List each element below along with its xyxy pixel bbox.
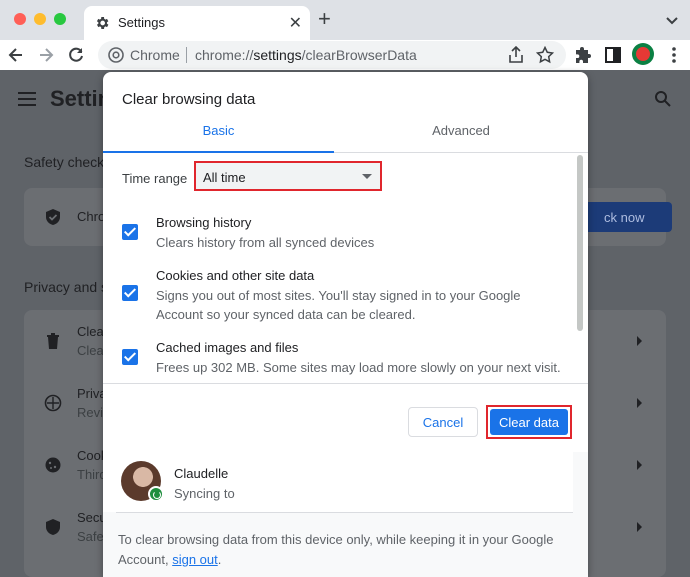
account-row: Claudelle Syncing to bbox=[103, 452, 573, 512]
sync-icon bbox=[148, 486, 164, 502]
option-cookies: Cookies and other site data Signs you ou… bbox=[103, 266, 573, 326]
address-bar[interactable]: Chrome chrome://settings/clearBrowserDat… bbox=[98, 41, 566, 69]
cookies-checkbox[interactable] bbox=[122, 285, 138, 301]
omnibox-separator bbox=[186, 47, 187, 63]
option-title: Cookies and other site data bbox=[156, 268, 315, 283]
browsing-history-checkbox[interactable] bbox=[122, 224, 138, 240]
option-cached-images: Cached images and files Frees up 302 MB.… bbox=[103, 338, 573, 378]
chevron-right-icon bbox=[637, 460, 642, 470]
tab-title: Settings bbox=[118, 15, 165, 30]
option-description: Frees up 302 MB. Some sites may load mor… bbox=[156, 360, 561, 375]
list-item-subtitle: Safe bbox=[77, 529, 104, 544]
tab-strip: Settings ✕ + bbox=[0, 0, 690, 40]
minimize-window-button[interactable] bbox=[34, 13, 46, 25]
omnibox-url: chrome://settings/clearBrowserData bbox=[195, 47, 417, 63]
tab-advanced[interactable]: Advanced bbox=[334, 116, 588, 152]
search-icon[interactable] bbox=[654, 90, 672, 108]
gear-icon bbox=[96, 17, 109, 29]
account-name: Claudelle bbox=[174, 466, 229, 481]
time-range-select[interactable]: All time bbox=[194, 161, 382, 191]
sign-out-link[interactable]: sign out bbox=[172, 552, 218, 567]
dialog-tabs: Basic Advanced bbox=[103, 116, 588, 153]
more-menu-icon[interactable] bbox=[664, 45, 684, 65]
account-section: Claudelle Syncing to To clear browsing d… bbox=[103, 452, 588, 577]
tab-basic[interactable]: Basic bbox=[103, 116, 334, 153]
privacy-heading: Privacy and s bbox=[24, 279, 109, 295]
chevron-right-icon bbox=[637, 398, 642, 408]
clear-data-highlight: Clear data bbox=[486, 405, 572, 439]
shield-check-icon bbox=[46, 209, 60, 225]
time-range-value: All time bbox=[203, 170, 246, 185]
chrome-icon bbox=[108, 47, 124, 63]
cached-images-checkbox[interactable] bbox=[122, 349, 138, 365]
new-tab-icon[interactable]: + bbox=[318, 8, 331, 30]
toolbar: Chrome chrome://settings/clearBrowserDat… bbox=[0, 40, 690, 70]
option-browsing-history: Browsing history Clears history from all… bbox=[103, 213, 573, 253]
chevron-right-icon bbox=[637, 336, 642, 346]
safety-check-heading: Safety check bbox=[24, 154, 105, 170]
clear-browsing-data-dialog: Clear browsing data Basic Advanced Time … bbox=[103, 72, 588, 577]
dialog-title: Clear browsing data bbox=[122, 91, 256, 108]
reload-icon[interactable] bbox=[66, 45, 86, 65]
dropdown-arrow-icon bbox=[362, 174, 372, 179]
option-title: Cached images and files bbox=[156, 340, 299, 355]
trash-icon bbox=[47, 333, 59, 349]
scrollbar-thumb[interactable] bbox=[577, 155, 583, 331]
shield-icon bbox=[46, 519, 60, 535]
tab-settings[interactable]: Settings ✕ bbox=[84, 6, 310, 40]
option-description: Signs you out of most sites. You'll stay… bbox=[156, 288, 521, 322]
time-range-label: Time range bbox=[122, 171, 188, 186]
hamburger-menu-icon[interactable] bbox=[18, 92, 36, 106]
profile-avatar[interactable] bbox=[632, 43, 654, 65]
safety-check-row-label: Chro bbox=[77, 209, 106, 224]
url-prefix: chrome:// bbox=[195, 47, 254, 63]
maximize-window-button[interactable] bbox=[54, 13, 66, 25]
divider bbox=[116, 512, 573, 513]
omnibox-site-label: Chrome bbox=[130, 47, 180, 63]
sign-out-note-end: . bbox=[217, 552, 222, 567]
chevron-down-icon[interactable] bbox=[664, 12, 680, 28]
forward-arrow-icon[interactable] bbox=[36, 45, 56, 65]
close-window-button[interactable] bbox=[14, 13, 26, 25]
divider bbox=[103, 383, 588, 384]
chevron-right-icon bbox=[637, 522, 642, 532]
back-arrow-icon[interactable] bbox=[6, 45, 26, 65]
bookmark-star-icon[interactable] bbox=[536, 46, 554, 64]
page-title: Settin bbox=[50, 86, 112, 111]
sync-status: Syncing to bbox=[174, 486, 235, 501]
option-title: Browsing history bbox=[156, 215, 252, 230]
check-now-button[interactable]: ck now bbox=[584, 202, 672, 232]
sign-out-note: To clear browsing data from this device … bbox=[118, 530, 558, 570]
share-icon[interactable] bbox=[508, 46, 524, 64]
cookie-icon bbox=[45, 457, 61, 473]
extensions-icon[interactable] bbox=[574, 45, 594, 65]
options-scroll-area[interactable]: Time range All time Browsing history Cle… bbox=[103, 153, 588, 383]
compass-icon bbox=[44, 394, 62, 412]
option-description: Clears history from all synced devices bbox=[156, 235, 375, 250]
side-panel-icon[interactable] bbox=[603, 45, 623, 65]
url-host: settings bbox=[253, 47, 302, 63]
close-tab-icon[interactable]: ✕ bbox=[289, 13, 302, 33]
cancel-button[interactable]: Cancel bbox=[408, 407, 478, 437]
clear-data-button[interactable]: Clear data bbox=[490, 409, 568, 435]
check-now-label: ck now bbox=[604, 210, 645, 225]
url-path: /clearBrowserData bbox=[301, 47, 417, 63]
